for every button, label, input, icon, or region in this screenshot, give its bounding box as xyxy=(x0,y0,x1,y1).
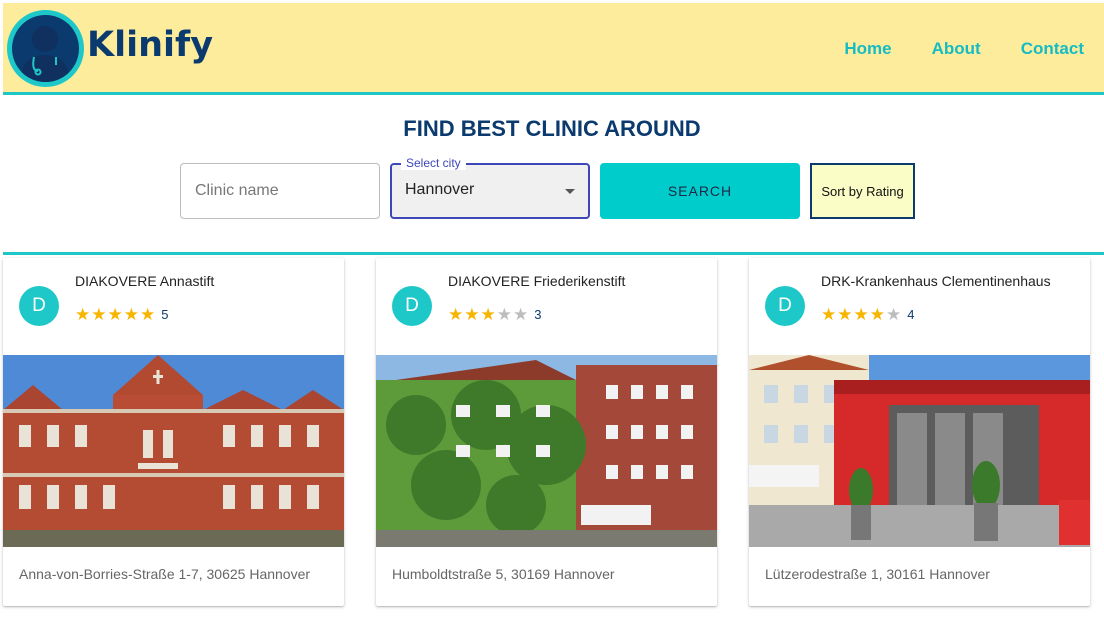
clinic-card[interactable]: D DIAKOVERE Annastift ★ ★ ★ ★ ★ 5 Anna-v… xyxy=(3,258,344,606)
rating-value: 5 xyxy=(161,307,169,322)
star-icon: ★ xyxy=(91,305,107,324)
star-icon: ★ xyxy=(140,305,156,324)
star-icon: ★ xyxy=(886,305,902,324)
clinic-name-input[interactable] xyxy=(180,163,380,219)
star-rating: ★ ★ ★ ★ ★ 4 xyxy=(821,306,914,323)
clinic-name[interactable]: DIAKOVERE Friederikenstift xyxy=(448,273,625,289)
star-icon: ★ xyxy=(869,305,885,324)
rating-value: 4 xyxy=(907,307,915,322)
nav-about-link[interactable]: About xyxy=(932,39,981,59)
nav-home-link[interactable]: Home xyxy=(844,39,891,59)
page-title: FIND BEST CLINIC AROUND xyxy=(403,116,701,141)
clinic-card[interactable]: D DRK-Krankenhaus Clementinenhaus ★ ★ ★ … xyxy=(749,258,1090,606)
header-bar: Klinify Home About Contact xyxy=(3,3,1104,95)
brand-name[interactable]: Klinify xyxy=(87,25,213,65)
star-rating: ★ ★ ★ ★ ★ 5 xyxy=(75,306,168,323)
section-divider xyxy=(3,252,1104,255)
star-icon: ★ xyxy=(464,305,480,324)
clinic-image[interactable] xyxy=(749,355,1090,547)
star-icon: ★ xyxy=(448,305,464,324)
star-icon: ★ xyxy=(837,305,853,324)
clinic-address: Anna-von-Borries-Straße 1-7, 30625 Hanno… xyxy=(19,566,311,582)
star-icon: ★ xyxy=(107,305,123,324)
chevron-down-icon xyxy=(565,189,575,194)
clinic-image[interactable] xyxy=(3,355,344,547)
search-button[interactable]: SEARCH xyxy=(600,163,800,219)
doctor-icon xyxy=(12,15,79,82)
rating-value: 3 xyxy=(534,307,542,322)
star-icon: ★ xyxy=(75,305,91,324)
clinic-image[interactable] xyxy=(376,355,717,547)
star-rating: ★ ★ ★ ★ ★ 3 xyxy=(448,306,541,323)
avatar: D xyxy=(19,286,59,326)
main-nav: Home About Contact xyxy=(844,39,1084,59)
sort-by-rating-button[interactable]: Sort by Rating xyxy=(810,163,915,219)
avatar: D xyxy=(765,286,805,326)
clinic-address: Humboldtstraße 5, 30169 Hannover xyxy=(392,566,615,582)
star-icon: ★ xyxy=(496,305,512,324)
city-select-value: Hannover xyxy=(405,181,475,198)
star-icon: ★ xyxy=(480,305,496,324)
clinic-card[interactable]: D DIAKOVERE Friederikenstift ★ ★ ★ ★ ★ 3 xyxy=(376,258,717,606)
clinic-name[interactable]: DRK-Krankenhaus Clementinenhaus xyxy=(821,273,1051,289)
clinic-address: Lützerodestraße 1, 30161 Hannover xyxy=(765,566,990,582)
city-select[interactable]: Select city Hannover xyxy=(390,156,590,219)
star-icon: ★ xyxy=(513,305,529,324)
star-icon: ★ xyxy=(853,305,869,324)
avatar: D xyxy=(392,286,432,326)
clinic-name[interactable]: DIAKOVERE Annastift xyxy=(75,273,214,289)
star-icon: ★ xyxy=(821,305,837,324)
logo[interactable] xyxy=(7,10,84,87)
star-icon: ★ xyxy=(123,305,139,324)
nav-contact-link[interactable]: Contact xyxy=(1021,39,1084,59)
city-select-label: Select city xyxy=(401,156,466,170)
